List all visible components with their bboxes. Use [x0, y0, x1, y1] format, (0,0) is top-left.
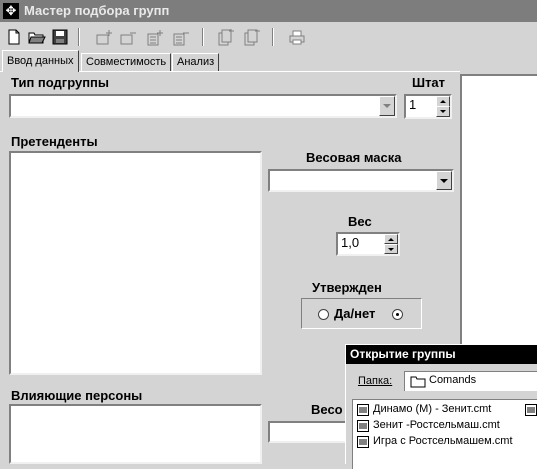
- staff-value: 1: [409, 97, 417, 112]
- subgroup-type-combo[interactable]: [9, 94, 397, 118]
- file-name: Игра с Ростсельмашем.cmt: [373, 435, 513, 447]
- file-icon: [357, 420, 369, 432]
- folder-label: Папка:: [358, 375, 393, 387]
- approved-label: Утвержден: [312, 280, 382, 295]
- file-icon: [357, 436, 369, 448]
- side-panel: [460, 74, 537, 349]
- dialog-title: Открытие группы: [350, 347, 456, 361]
- influencers-label: Влияющие персоны: [11, 388, 143, 403]
- chevron-down-icon[interactable]: [379, 96, 395, 116]
- toolbar: [0, 24, 537, 50]
- file-icon: [357, 404, 369, 416]
- weight-value: 1,0: [341, 235, 360, 250]
- candidates-label: Претенденты: [11, 134, 98, 149]
- dialog-title-bar[interactable]: Открытие группы: [346, 345, 537, 364]
- title-bar[interactable]: ✥ Мастер подбора групп: [0, 0, 537, 22]
- save-icon[interactable]: [50, 27, 70, 47]
- print-icon[interactable]: [287, 27, 307, 47]
- spin-down-icon[interactable]: [384, 244, 398, 254]
- add-member-icon[interactable]: [94, 27, 114, 47]
- weight-mask-label-2: Весо: [311, 402, 343, 417]
- toolbar-separator: [78, 28, 80, 46]
- folder-combo[interactable]: Comands: [404, 371, 537, 391]
- window-title: Мастер подбора групп: [24, 3, 170, 18]
- radio-no[interactable]: [318, 309, 329, 320]
- yes-no-label: Да/нет: [334, 306, 376, 321]
- toolbar-separator: [202, 28, 204, 46]
- toolbar-separator: [272, 28, 274, 46]
- candidates-list[interactable]: [9, 151, 262, 375]
- spin-up-icon[interactable]: [384, 234, 398, 244]
- influencers-list[interactable]: [9, 404, 262, 464]
- weight-mask-combo-2[interactable]: [268, 421, 354, 443]
- remove-list-icon[interactable]: [171, 27, 191, 47]
- file-name: Зенит -Ростсельмаш.cmt: [373, 419, 500, 431]
- subgroup-type-label: Тип подгруппы: [11, 75, 109, 90]
- approved-groupbox: Да/нет: [301, 298, 422, 329]
- staff-label: Штат: [412, 75, 446, 90]
- folder-value: Comands: [429, 374, 477, 386]
- remove-member-icon[interactable]: [118, 27, 138, 47]
- file-icon: [525, 404, 537, 416]
- staff-spinner[interactable]: 1: [404, 94, 452, 119]
- file-name: Динамо (М) - Зенит.cmt: [373, 403, 492, 415]
- weight-mask-label: Весовая маска: [306, 150, 402, 165]
- spin-down-icon[interactable]: [436, 106, 450, 117]
- weight-label: Вес: [348, 214, 372, 229]
- app-icon: ✥: [3, 3, 19, 19]
- add-doc-icon[interactable]: [216, 27, 236, 47]
- folder-icon: [410, 376, 426, 388]
- weight-mask-combo[interactable]: [268, 169, 454, 192]
- add-list-icon[interactable]: [145, 27, 165, 47]
- tab-data-entry[interactable]: Ввод данных: [2, 50, 79, 72]
- open-folder-icon[interactable]: [27, 27, 47, 47]
- weight-spinner[interactable]: 1,0: [336, 232, 400, 256]
- remove-doc-icon[interactable]: [242, 27, 262, 47]
- open-group-dialog: Открытие группы Папка: Comands Динамо (М…: [345, 344, 537, 469]
- radio-yes[interactable]: [392, 309, 403, 320]
- tab-compatibility[interactable]: Совместимость: [81, 53, 172, 72]
- chevron-down-icon[interactable]: [436, 171, 452, 190]
- file-list[interactable]: Динамо (М) - Зенит.cmt Зенит -Ростсельма…: [352, 399, 537, 469]
- tab-analysis[interactable]: Анализ: [172, 53, 220, 72]
- new-file-icon[interactable]: [4, 27, 24, 47]
